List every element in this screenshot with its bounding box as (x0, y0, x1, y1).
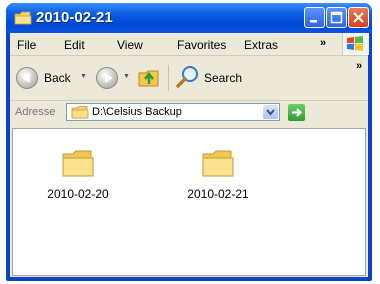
go-button[interactable] (288, 104, 305, 121)
back-arrow-icon (22, 73, 30, 83)
address-dropdown-button[interactable] (263, 105, 278, 119)
address-bar: Adresse D:\Celsius Backup (10, 101, 368, 125)
folder-up-icon[interactable] (136, 64, 162, 90)
chevron-down-icon (266, 109, 275, 116)
title-bar[interactable]: 2010-02-21 (6, 3, 372, 33)
maximize-button[interactable] (326, 7, 347, 28)
list-item[interactable]: 2010-02-20 (33, 149, 123, 219)
back-label[interactable]: Back (44, 71, 71, 85)
menu-bar: File Edit View Favorites Extras » (10, 33, 369, 56)
back-button[interactable] (16, 67, 38, 89)
folder-icon (71, 106, 89, 119)
window-client: File Edit View Favorites Extras » Back ▼ (10, 33, 369, 277)
menu-edit[interactable]: Edit (64, 38, 85, 52)
address-input[interactable]: D:\Celsius Backup (66, 103, 280, 121)
address-label: Adresse (15, 106, 56, 118)
folder-icon (62, 150, 94, 177)
windows-flag-icon (347, 36, 363, 51)
menu-favorites[interactable]: Favorites (177, 38, 226, 52)
explorer-window: 2010-02-21 File Edit View Favorites Extr… (6, 3, 372, 281)
toolbar-overflow-icon[interactable]: » (356, 60, 362, 72)
search-label[interactable]: Search (204, 71, 242, 85)
minimize-icon (310, 20, 317, 23)
file-name: 2010-02-20 (47, 187, 109, 201)
list-item[interactable]: 2010-02-21 (173, 149, 263, 219)
address-path: D:\Celsius Backup (92, 106, 182, 118)
minimize-button[interactable] (304, 7, 325, 28)
menu-extras[interactable]: Extras (244, 38, 278, 52)
folder-icon (202, 150, 234, 177)
close-button[interactable] (348, 7, 369, 28)
file-name: 2010-02-21 (187, 187, 249, 201)
toolbar: Back ▼ ▼ Search » (10, 56, 368, 101)
forward-dropdown-icon[interactable]: ▼ (123, 73, 130, 80)
forward-arrow-icon (105, 73, 113, 83)
close-icon (353, 12, 364, 23)
maximize-icon (330, 11, 343, 24)
forward-button[interactable] (96, 67, 118, 89)
go-arrow-icon (292, 108, 303, 117)
windows-logo (342, 33, 369, 55)
window-title: 2010-02-21 (36, 9, 113, 26)
menu-overflow-icon[interactable]: » (320, 37, 326, 49)
menu-view[interactable]: View (117, 38, 143, 52)
toolbar-separator (168, 65, 169, 91)
file-list: 2010-02-20 2010-02-21 (12, 128, 366, 276)
search-icon[interactable] (174, 63, 202, 91)
folder-icon (14, 11, 32, 25)
back-dropdown-icon[interactable]: ▼ (80, 73, 87, 80)
menu-file[interactable]: File (17, 38, 36, 52)
